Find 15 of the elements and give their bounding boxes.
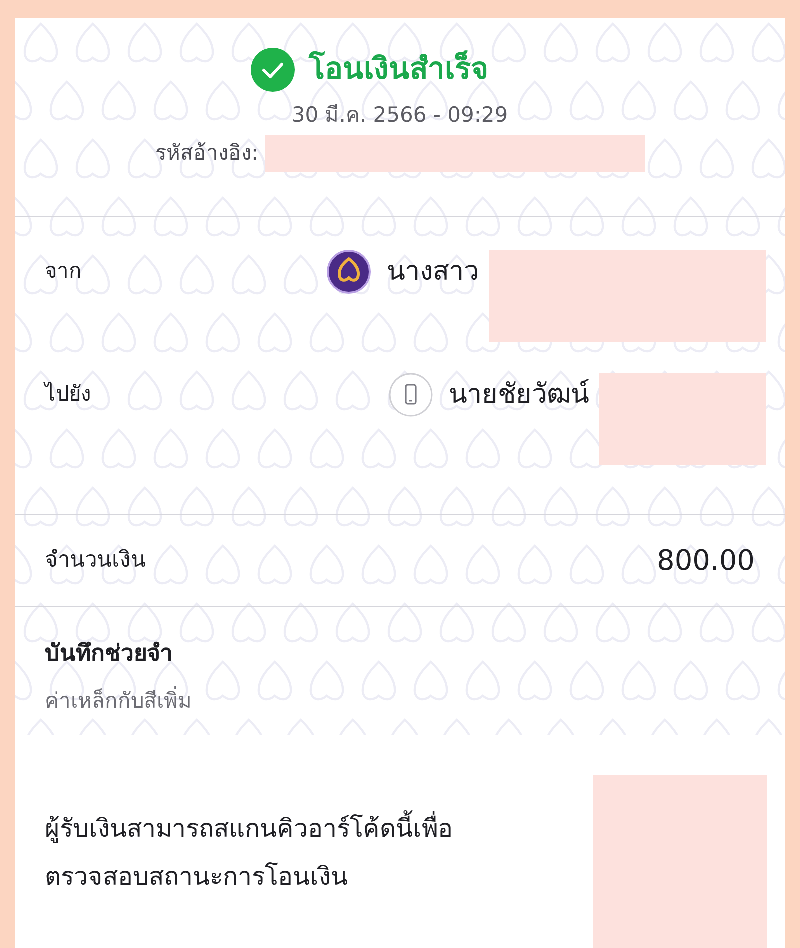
qr-instruction-text: ผู้รับเงินสามารถสแกนคิวอาร์โค้ดนี้เพื่อ ตรวจสอบสถานะการโอนเงิน bbox=[45, 775, 453, 901]
memo-label: บันทึกช่วยจำ bbox=[45, 641, 173, 667]
date-time: 30 มี.ค. 2566 - 09:29 bbox=[292, 102, 508, 129]
account-name: นายชัยวัฒน์ bbox=[449, 378, 589, 412]
amount-label: จำนวนเงิน bbox=[45, 547, 146, 575]
memo-text: ค่าเหล็กกับสีเพิ่ม bbox=[45, 686, 192, 714]
reference-label: รหัสอ้างอิง: bbox=[155, 140, 259, 168]
phone-icon bbox=[389, 373, 433, 417]
status-title: โอนเงินสำเร็จ bbox=[309, 52, 489, 88]
party-label: จาก bbox=[45, 258, 82, 285]
account-name: นางสาว bbox=[387, 255, 479, 289]
bank-logo-icon bbox=[327, 250, 371, 294]
party-label: ไปยัง bbox=[45, 381, 91, 408]
check-icon bbox=[251, 48, 295, 92]
amount-value: 800.00 bbox=[657, 542, 755, 578]
